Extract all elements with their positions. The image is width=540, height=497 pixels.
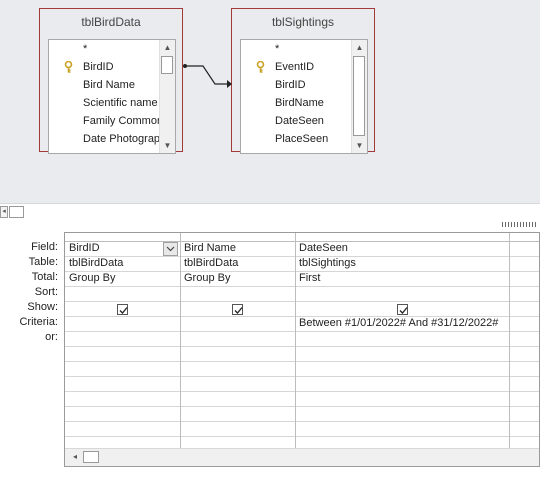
field-item-birdid[interactable]: BirdID — [49, 58, 161, 76]
field-item-star[interactable]: * — [49, 40, 161, 58]
query-design-pane[interactable]: tblBirdData * BirdID Bird Name Scientifi… — [0, 0, 540, 203]
row-label-total: Total: — [31, 271, 58, 283]
field-item-dateseen[interactable]: DateSeen — [241, 112, 353, 130]
table-box-tblbirddata[interactable]: tblBirdData * BirdID Bird Name Scientifi… — [39, 8, 183, 154]
field-item-family-common[interactable]: Family Common — [49, 112, 163, 130]
field-item-star[interactable]: * — [241, 40, 353, 58]
row-label-show: Show: — [27, 301, 58, 313]
grid-line — [65, 346, 539, 347]
field-cell-col2[interactable]: Bird Name — [184, 241, 292, 256]
show-checkbox-col2[interactable] — [232, 304, 243, 315]
join-line[interactable] — [183, 60, 233, 90]
scrollbar-thumb[interactable] — [9, 206, 24, 218]
chevron-down-icon[interactable] — [163, 242, 178, 256]
field-item-date-photograph[interactable]: Date Photograph — [49, 130, 166, 148]
scroll-down-arrow-icon[interactable]: ▼ — [352, 138, 367, 153]
row-label-or: or: — [45, 331, 58, 343]
criteria-cell-col3[interactable]: Between #1/01/2022# And #31/12/2022# — [299, 316, 539, 331]
row-label-field: Field: — [31, 241, 58, 253]
grid-line — [65, 391, 539, 392]
row-label-sort: Sort: — [34, 286, 58, 298]
field-item-eventid[interactable]: EventID — [241, 58, 353, 76]
field-list[interactable]: * EventID BirdID BirdName DateSeen Place… — [240, 39, 368, 154]
checkmark-icon — [119, 307, 128, 314]
checkmark-icon — [399, 307, 408, 314]
scroll-up-arrow-icon[interactable]: ▲ — [352, 40, 367, 55]
grid-line — [65, 331, 539, 332]
column-divider[interactable] — [295, 233, 296, 448]
table-box-tblsightings[interactable]: tblSightings * EventID BirdID BirdName D… — [231, 8, 375, 154]
grid-line — [65, 421, 539, 422]
field-list-scrollbar[interactable]: ▲ ▼ — [351, 40, 367, 153]
pane-splitter[interactable]: ◂ — [0, 203, 540, 227]
column-divider[interactable] — [180, 233, 181, 448]
row-label-table: Table: — [28, 256, 58, 268]
scrollbar-thumb[interactable] — [161, 56, 173, 74]
table-title[interactable]: tblBirdData — [40, 15, 182, 29]
scroll-down-arrow-icon[interactable]: ▼ — [160, 138, 175, 153]
scroll-left-arrow-icon[interactable]: ◂ — [0, 206, 8, 218]
field-item-birdid[interactable]: BirdID — [241, 76, 353, 94]
field-item-scientific-name[interactable]: Scientific name — [49, 94, 161, 112]
table-cell-col3[interactable]: tblSightings — [299, 256, 505, 271]
scroll-left-arrow-icon[interactable]: ◂ — [68, 451, 82, 463]
show-checkbox-col3[interactable] — [397, 304, 408, 315]
grid-line — [65, 436, 539, 437]
grid-line — [65, 301, 539, 302]
splitter-grip[interactable] — [502, 222, 538, 227]
grid-line — [65, 361, 539, 362]
chevron-down-icon — [166, 246, 175, 252]
field-cell-col3[interactable]: DateSeen — [299, 241, 505, 256]
show-checkbox-col1[interactable] — [117, 304, 128, 315]
total-cell-col2[interactable]: Group By — [184, 271, 292, 286]
checkmark-icon — [234, 307, 243, 314]
total-cell-col1[interactable]: Group By — [69, 271, 177, 286]
grid-horizontal-scrollbar[interactable]: ◂ — [65, 448, 539, 466]
scrollbar-thumb[interactable] — [353, 56, 365, 136]
field-item-placeseen[interactable]: PlaceSeen — [241, 130, 353, 148]
table-cell-col1[interactable]: tblBirdData — [69, 256, 177, 271]
grid-line — [65, 406, 539, 407]
field-item-birdname[interactable]: BirdName — [241, 94, 353, 112]
field-list[interactable]: * BirdID Bird Name Scientific name Famil… — [48, 39, 176, 154]
grid-line — [65, 286, 539, 287]
row-label-criteria: Criteria: — [19, 316, 58, 328]
field-item-bird-name[interactable]: Bird Name — [49, 76, 161, 94]
field-cell-col1[interactable]: BirdID — [69, 241, 159, 256]
grid-line — [65, 376, 539, 377]
primary-key-icon — [64, 61, 73, 73]
field-list-scrollbar[interactable]: ▲ ▼ — [159, 40, 175, 153]
scrollbar-thumb[interactable] — [83, 451, 99, 463]
column-divider[interactable] — [509, 233, 510, 448]
table-title[interactable]: tblSightings — [232, 15, 374, 29]
primary-key-icon — [256, 61, 265, 73]
query-design-grid[interactable]: BirdID tblBirdData Group By Bird Name tb… — [64, 232, 540, 467]
total-cell-col3[interactable]: First — [299, 271, 505, 286]
table-cell-col2[interactable]: tblBirdData — [184, 256, 292, 271]
scroll-up-arrow-icon[interactable]: ▲ — [160, 40, 175, 55]
